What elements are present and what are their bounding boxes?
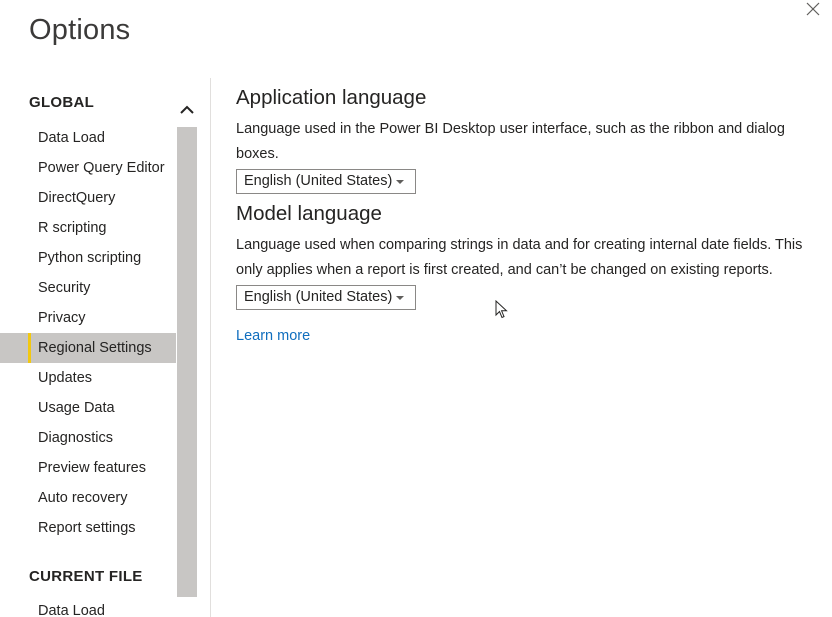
sidebar-item-auto-recovery[interactable]: Auto recovery: [0, 483, 176, 513]
sidebar-item-label: Power Query Editor: [38, 160, 165, 176]
application-language-dropdown[interactable]: English (United States): [236, 169, 416, 194]
dialog-title: Options: [29, 14, 131, 46]
sidebar-item-r-scripting[interactable]: R scripting: [0, 213, 176, 243]
sidebar-item-preview-features[interactable]: Preview features: [0, 453, 176, 483]
sidebar-item-directquery[interactable]: DirectQuery: [0, 183, 176, 213]
model-language-value: English (United States): [244, 289, 393, 305]
sidebar-item-label: DirectQuery: [38, 190, 116, 206]
sidebar-item-privacy[interactable]: Privacy: [0, 303, 176, 333]
close-icon: [804, 0, 824, 20]
current-file-heading: CURRENT FILE: [29, 568, 143, 585]
sidebar-item-label: Preview features: [38, 460, 146, 476]
sidebar-item-power-query-editor[interactable]: Power Query Editor: [0, 153, 176, 183]
sidebar-scrollbar[interactable]: [177, 97, 197, 597]
sidebar-item-report-settings[interactable]: Report settings: [0, 513, 176, 543]
application-language-description: Language used in the Power BI Desktop us…: [236, 121, 785, 162]
current-file-nav-list: Data Load: [0, 596, 176, 617]
global-nav-list: Data Load Power Query Editor DirectQuery…: [0, 123, 176, 543]
model-language-description: Language used when comparing strings in …: [236, 237, 803, 278]
close-button[interactable]: [804, 0, 824, 20]
sidebar-item-label: Report settings: [38, 520, 136, 536]
sidebar-item-diagnostics[interactable]: Diagnostics: [0, 423, 176, 453]
sidebar-item-current-data-load[interactable]: Data Load: [0, 596, 176, 617]
sidebar-item-label: Auto recovery: [38, 490, 128, 506]
model-language-title: Model language: [236, 202, 382, 225]
sidebar-item-label: Usage Data: [38, 400, 115, 416]
scroll-up-button[interactable]: [177, 97, 197, 125]
sidebar-item-security[interactable]: Security: [0, 273, 176, 303]
options-sidebar: GLOBAL Data Load Power Query Editor Dire…: [0, 84, 176, 617]
options-dialog: Options GLOBAL Data Load Power Query Edi…: [0, 0, 832, 617]
sidebar-item-regional-settings[interactable]: Regional Settings: [0, 333, 176, 363]
sidebar-item-label: Data Load: [38, 130, 105, 146]
application-language-title: Application language: [236, 86, 427, 109]
model-language-dropdown[interactable]: English (United States): [236, 285, 416, 310]
sidebar-item-label: Updates: [38, 370, 93, 386]
scroll-thumb[interactable]: [177, 127, 197, 597]
chevron-up-icon: [177, 105, 197, 115]
sidebar-item-label: Regional Settings: [38, 340, 152, 356]
sidebar-item-label: Privacy: [38, 310, 86, 326]
global-heading: GLOBAL: [29, 94, 95, 111]
application-language-value: English (United States): [244, 173, 393, 189]
sidebar-item-label: Diagnostics: [38, 430, 113, 446]
sidebar-item-label: Data Load: [38, 603, 105, 617]
sidebar-item-label: Security: [38, 280, 91, 296]
sidebar-item-label: R scripting: [38, 220, 107, 236]
panel-divider: [210, 78, 211, 617]
chevron-down-icon: [396, 296, 404, 300]
regional-settings-panel: Application language Language used in th…: [236, 84, 816, 345]
mouse-pointer-icon: [495, 299, 509, 325]
sidebar-item-updates[interactable]: Updates: [0, 363, 176, 393]
learn-more-link[interactable]: Learn more: [236, 328, 310, 344]
sidebar-item-usage-data[interactable]: Usage Data: [0, 393, 176, 423]
sidebar-item-python-scripting[interactable]: Python scripting: [0, 243, 176, 273]
sidebar-item-data-load[interactable]: Data Load: [0, 123, 176, 153]
sidebar-item-label: Python scripting: [38, 250, 142, 266]
chevron-down-icon: [396, 180, 404, 184]
